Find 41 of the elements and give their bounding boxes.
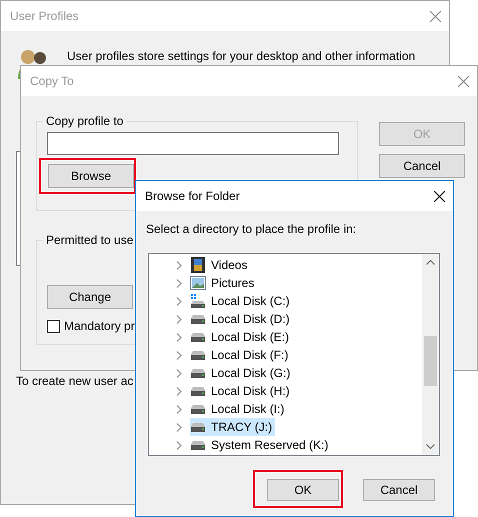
tree-item[interactable]: Pictures bbox=[190, 274, 258, 292]
scroll-thumb[interactable] bbox=[424, 336, 437, 386]
drive-icon bbox=[190, 440, 206, 450]
tree-item[interactable]: System Reserved (K:) bbox=[190, 436, 332, 454]
ok-button[interactable]: OK bbox=[267, 479, 339, 501]
window-title: Copy To bbox=[30, 74, 74, 88]
checkbox[interactable] bbox=[47, 320, 60, 332]
tree-item[interactable]: Local Disk (F:) bbox=[190, 346, 292, 364]
cancel-button[interactable]: Cancel bbox=[363, 479, 435, 501]
close-icon[interactable] bbox=[434, 190, 445, 202]
window-title: User Profiles bbox=[10, 9, 79, 23]
group-label: Copy profile to bbox=[45, 114, 124, 128]
tree-item[interactable]: Local Disk (D:) bbox=[190, 310, 293, 328]
cancel-button[interactable]: Cancel bbox=[379, 154, 465, 178]
intro-text: User profiles store settings for your desktop and other information bbox=[67, 49, 416, 63]
tree-item[interactable]: Local Disk (H:) bbox=[190, 382, 293, 400]
checkbox-label: Mandatory pr bbox=[64, 319, 135, 333]
path-input[interactable] bbox=[47, 132, 339, 155]
system-drive-icon bbox=[190, 293, 206, 309]
drive-icon bbox=[190, 386, 206, 396]
drive-icon bbox=[190, 314, 206, 324]
tree-item[interactable]: Local Disk (I:) bbox=[190, 400, 288, 418]
group-label: Permitted to use bbox=[45, 233, 134, 247]
tree-item[interactable]: TRACY (J:) bbox=[190, 418, 276, 436]
drive-icon bbox=[190, 350, 206, 360]
tree-item[interactable]: Local Disk (C:) bbox=[190, 292, 293, 310]
drive-icon bbox=[190, 404, 206, 414]
drive-icon bbox=[190, 368, 206, 378]
drive-icon bbox=[190, 422, 206, 432]
scrollbar[interactable] bbox=[422, 254, 439, 455]
change-button[interactable]: Change bbox=[47, 285, 133, 309]
browse-button[interactable]: Browse bbox=[48, 164, 134, 188]
drive-icon bbox=[190, 332, 206, 342]
film-icon bbox=[190, 257, 206, 273]
tree-item[interactable]: Local Disk (G:) bbox=[190, 364, 294, 382]
footer-text: To create new user ac bbox=[16, 374, 134, 388]
prompt-text: Select a directory to place the profile in: bbox=[146, 222, 358, 236]
picture-icon bbox=[190, 276, 206, 290]
window-title: Browse for Folder bbox=[145, 189, 240, 203]
tree-item[interactable]: Videos bbox=[190, 256, 250, 274]
tree-item[interactable]: Local Disk (E:) bbox=[190, 328, 292, 346]
